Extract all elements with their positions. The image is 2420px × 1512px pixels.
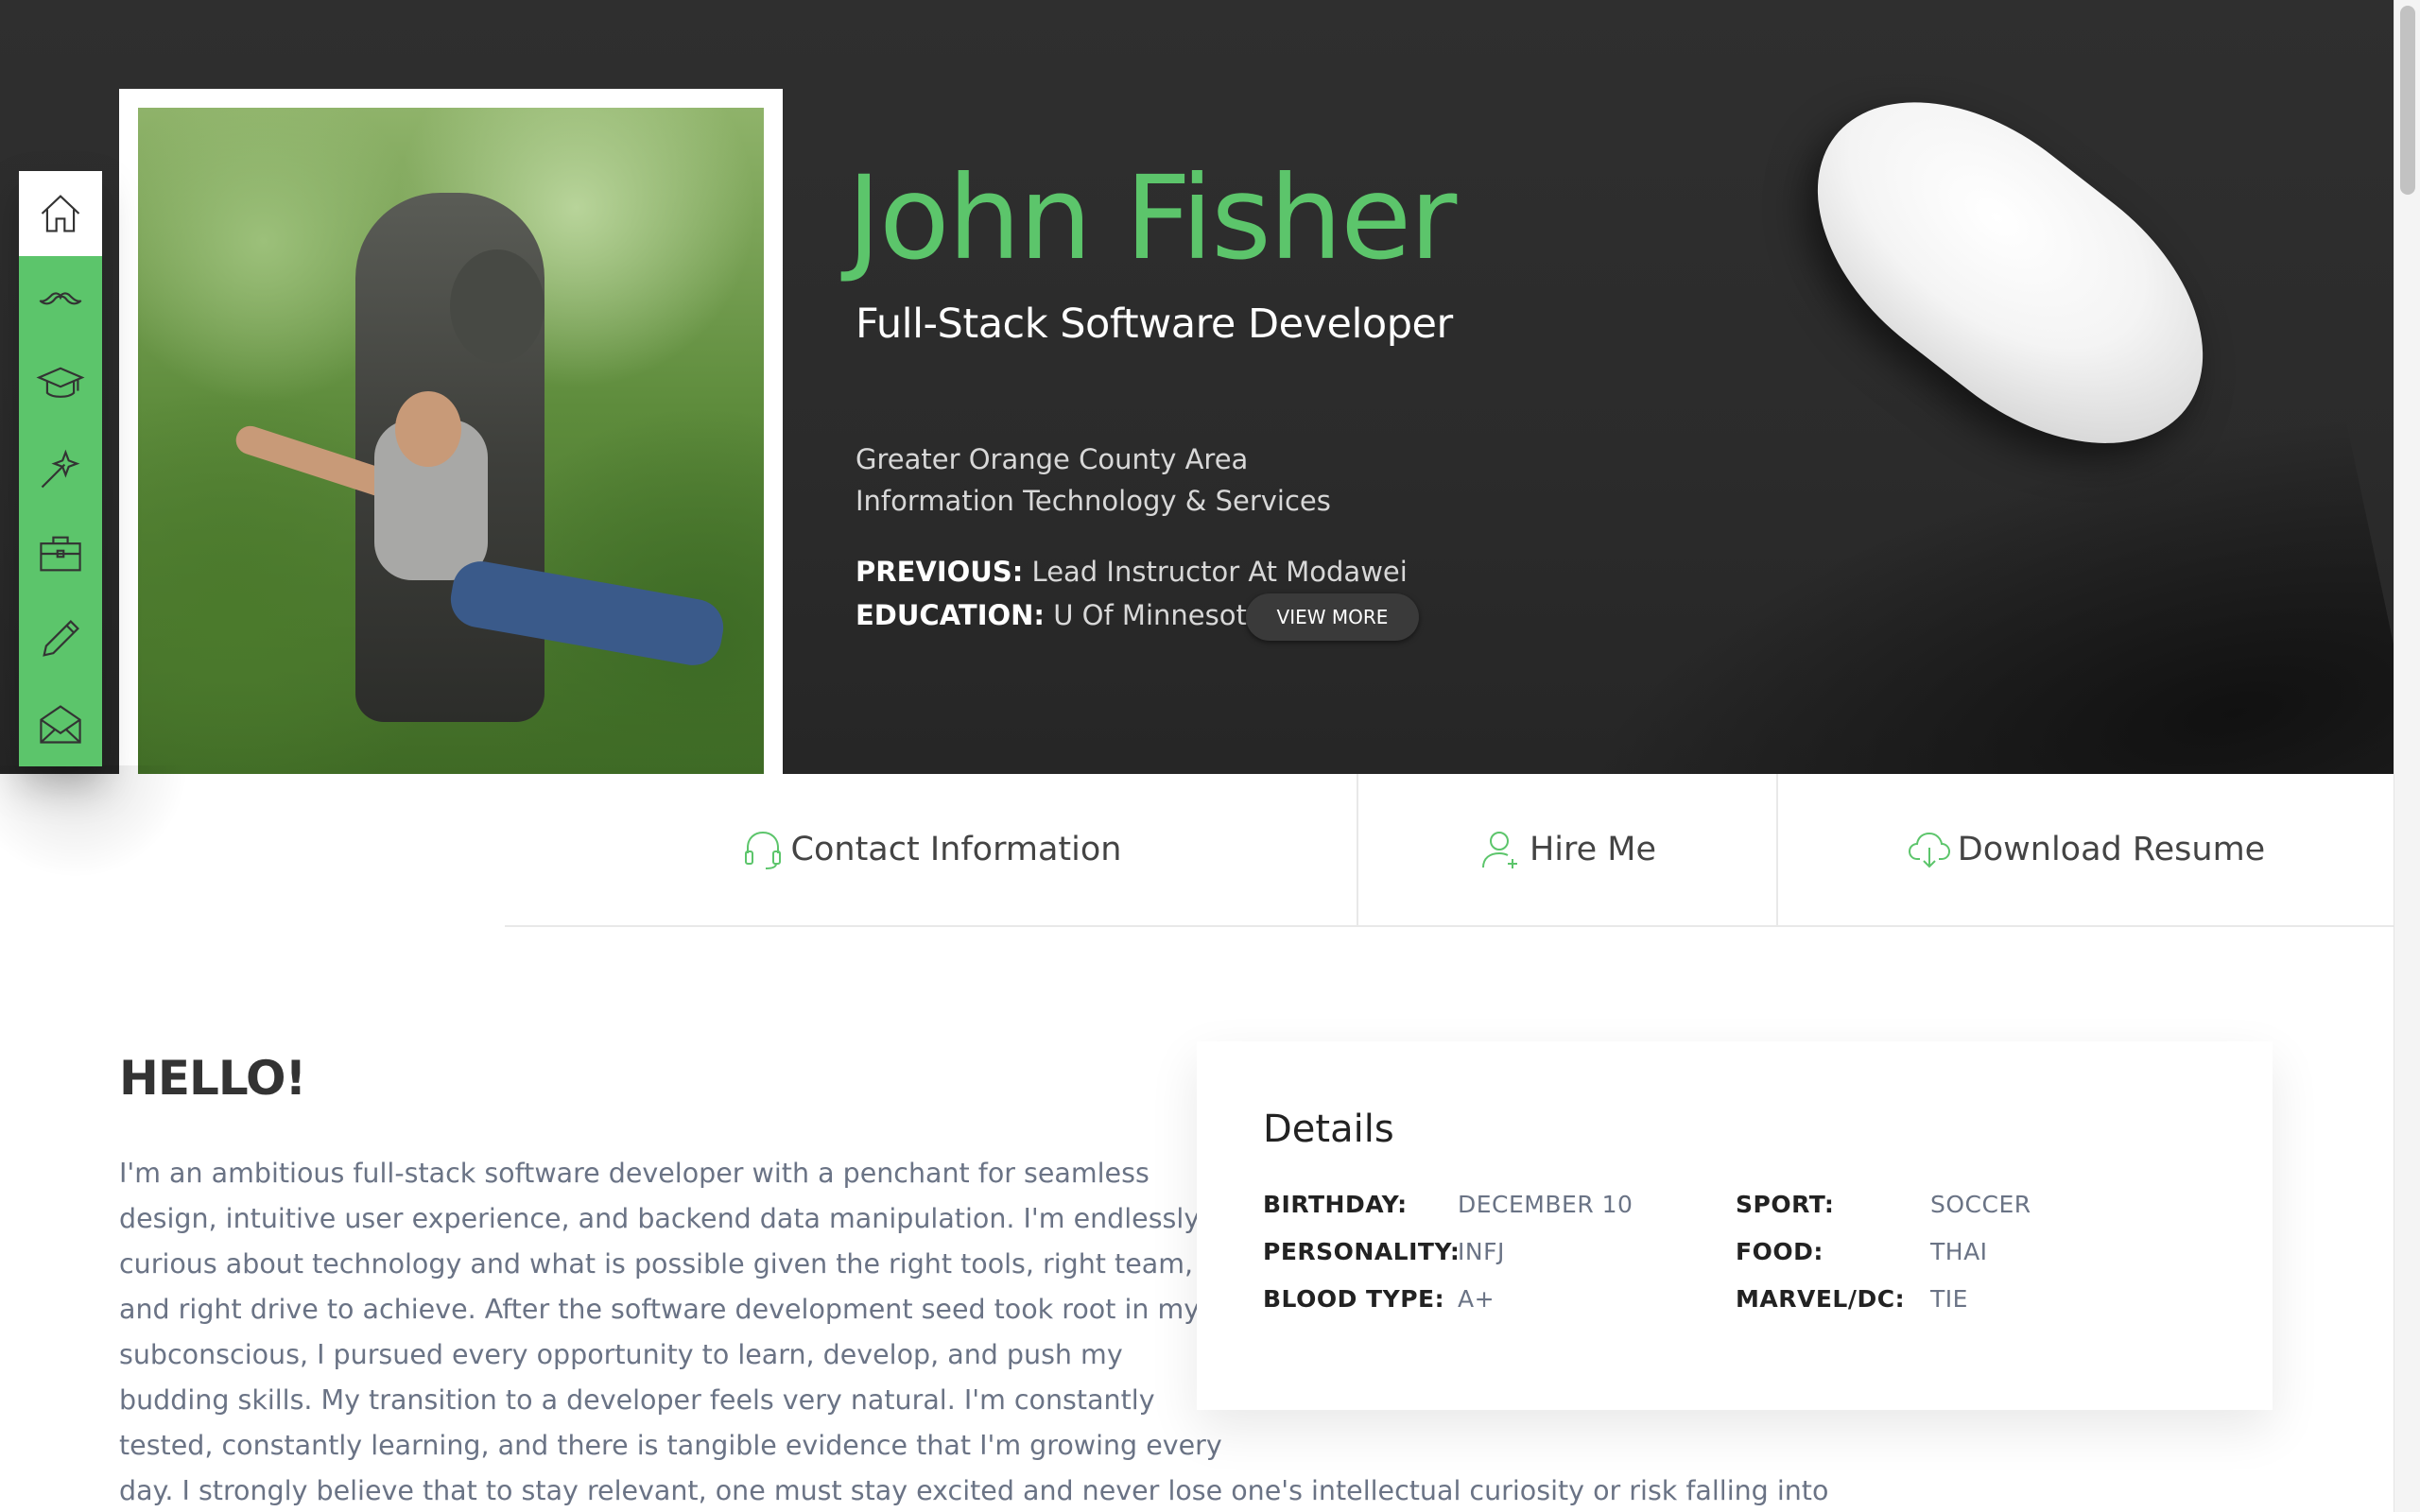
detail-value: DECEMBER 10: [1458, 1191, 1633, 1218]
marvel-dc-label: MARVEL/DC:: [1736, 1285, 1906, 1313]
mustache-icon: [39, 292, 82, 305]
nav-home[interactable]: [19, 171, 102, 256]
birthday-label: BIRTHDAY:: [1263, 1191, 1408, 1218]
details-title: Details: [1263, 1108, 1394, 1151]
envelope-icon: [40, 705, 81, 744]
detail-label: BIRTHDAY:: [1263, 1191, 1408, 1218]
food-value: THAI: [1930, 1238, 1988, 1265]
detail-label: FOOD:: [1736, 1238, 1824, 1265]
nav-contact[interactable]: [19, 681, 102, 766]
personality-value: INFJ: [1458, 1238, 1505, 1265]
hire-me-button[interactable]: Hire Me: [1358, 774, 1778, 925]
detail-value: A+: [1458, 1285, 1495, 1313]
hello-heading: HELLO!: [119, 1051, 306, 1106]
profile-photo: [138, 108, 764, 774]
blood-type-label: BLOOD TYPE:: [1263, 1285, 1445, 1313]
nav-education[interactable]: [19, 341, 102, 426]
nav-shadow: [0, 765, 189, 879]
person-head-shape: [395, 391, 461, 467]
nav-blog[interactable]: [19, 596, 102, 681]
view-more-button[interactable]: VIEW MORE: [1246, 593, 1419, 641]
mouse-body: [1762, 43, 2258, 503]
download-resume-label: Download Resume: [1957, 831, 2266, 868]
food-label: FOOD:: [1736, 1238, 1824, 1265]
statue-head-shape: [450, 249, 544, 363]
profile-education: EDUCATION: U Of Minnesota: [856, 599, 1264, 631]
detail-label: PERSONALITY:: [1263, 1238, 1460, 1265]
side-nav: [19, 171, 102, 766]
detail-label: MARVEL/DC:: [1736, 1285, 1905, 1313]
nav-about[interactable]: [19, 256, 102, 341]
nav-skills[interactable]: [19, 426, 102, 511]
detail-value: INFJ: [1458, 1238, 1505, 1265]
mouse-image: [1762, 0, 2292, 503]
detail-value: SOCCER: [1930, 1191, 2031, 1218]
download-resume-button[interactable]: Download Resume: [1778, 774, 2394, 925]
hire-me-label: Hire Me: [1529, 831, 1657, 868]
bio-line: day. I strongly believe that to stay rel…: [119, 1475, 1829, 1506]
nav-experience[interactable]: [19, 511, 102, 596]
marvel-dc-value: TIE: [1930, 1285, 1968, 1313]
briefcase-icon: [40, 536, 81, 572]
bio-line: tested, constantly learning, and there i…: [119, 1430, 1222, 1461]
detail-label: SPORT:: [1736, 1191, 1834, 1218]
profile-photo-frame: [119, 89, 783, 774]
birthday-value: DECEMBER 10: [1458, 1191, 1634, 1218]
previous-label: PREVIOUS:: [856, 556, 1024, 588]
detail-label: BLOOD TYPE:: [1263, 1285, 1444, 1313]
magic-wand-icon: [41, 449, 80, 489]
details-card: Details BIRTHDAY: DECEMBER 10 PERSONALIT…: [1197, 1041, 2273, 1410]
contact-information-label: Contact Information: [790, 831, 1122, 868]
education-label: EDUCATION:: [856, 599, 1045, 631]
sport-label: SPORT:: [1736, 1191, 1835, 1218]
profile-previous: PREVIOUS: Lead Instructor At Modawei: [856, 556, 1408, 588]
contact-information-button[interactable]: Contact Information: [505, 774, 1358, 925]
headset-icon: [744, 831, 781, 869]
profile-name: John Fisher: [847, 151, 1457, 285]
home-icon: [41, 195, 80, 232]
profile-role: Full-Stack Software Developer: [856, 301, 1453, 348]
graduation-cap-icon: [36, 367, 85, 398]
sport-value: SOCCER: [1930, 1191, 2031, 1218]
profile-location: Greater Orange County Area: [856, 443, 1249, 475]
profile-industry: Information Technology & Services: [856, 485, 1331, 517]
education-value: U Of Minnesota: [1053, 599, 1264, 631]
action-bar: Contact Information Hire Me Download Res…: [505, 774, 2394, 927]
cloud-download-icon: [1908, 832, 1950, 868]
personality-label: PERSONALITY:: [1263, 1238, 1461, 1265]
hero-shadow: [1511, 406, 2394, 774]
detail-value: TIE: [1930, 1285, 1968, 1313]
detail-value: THAI: [1930, 1238, 1988, 1265]
pencil-icon: [43, 620, 79, 657]
previous-value: Lead Instructor At Modawei: [1031, 556, 1408, 588]
scrollbar[interactable]: [2394, 0, 2420, 1512]
hero-banner: John Fisher Full-Stack Software Develope…: [0, 0, 2394, 774]
blood-type-value: A+: [1458, 1285, 1495, 1313]
scrollbar-thumb[interactable]: [2400, 6, 2415, 195]
add-user-icon: [1481, 832, 1517, 868]
